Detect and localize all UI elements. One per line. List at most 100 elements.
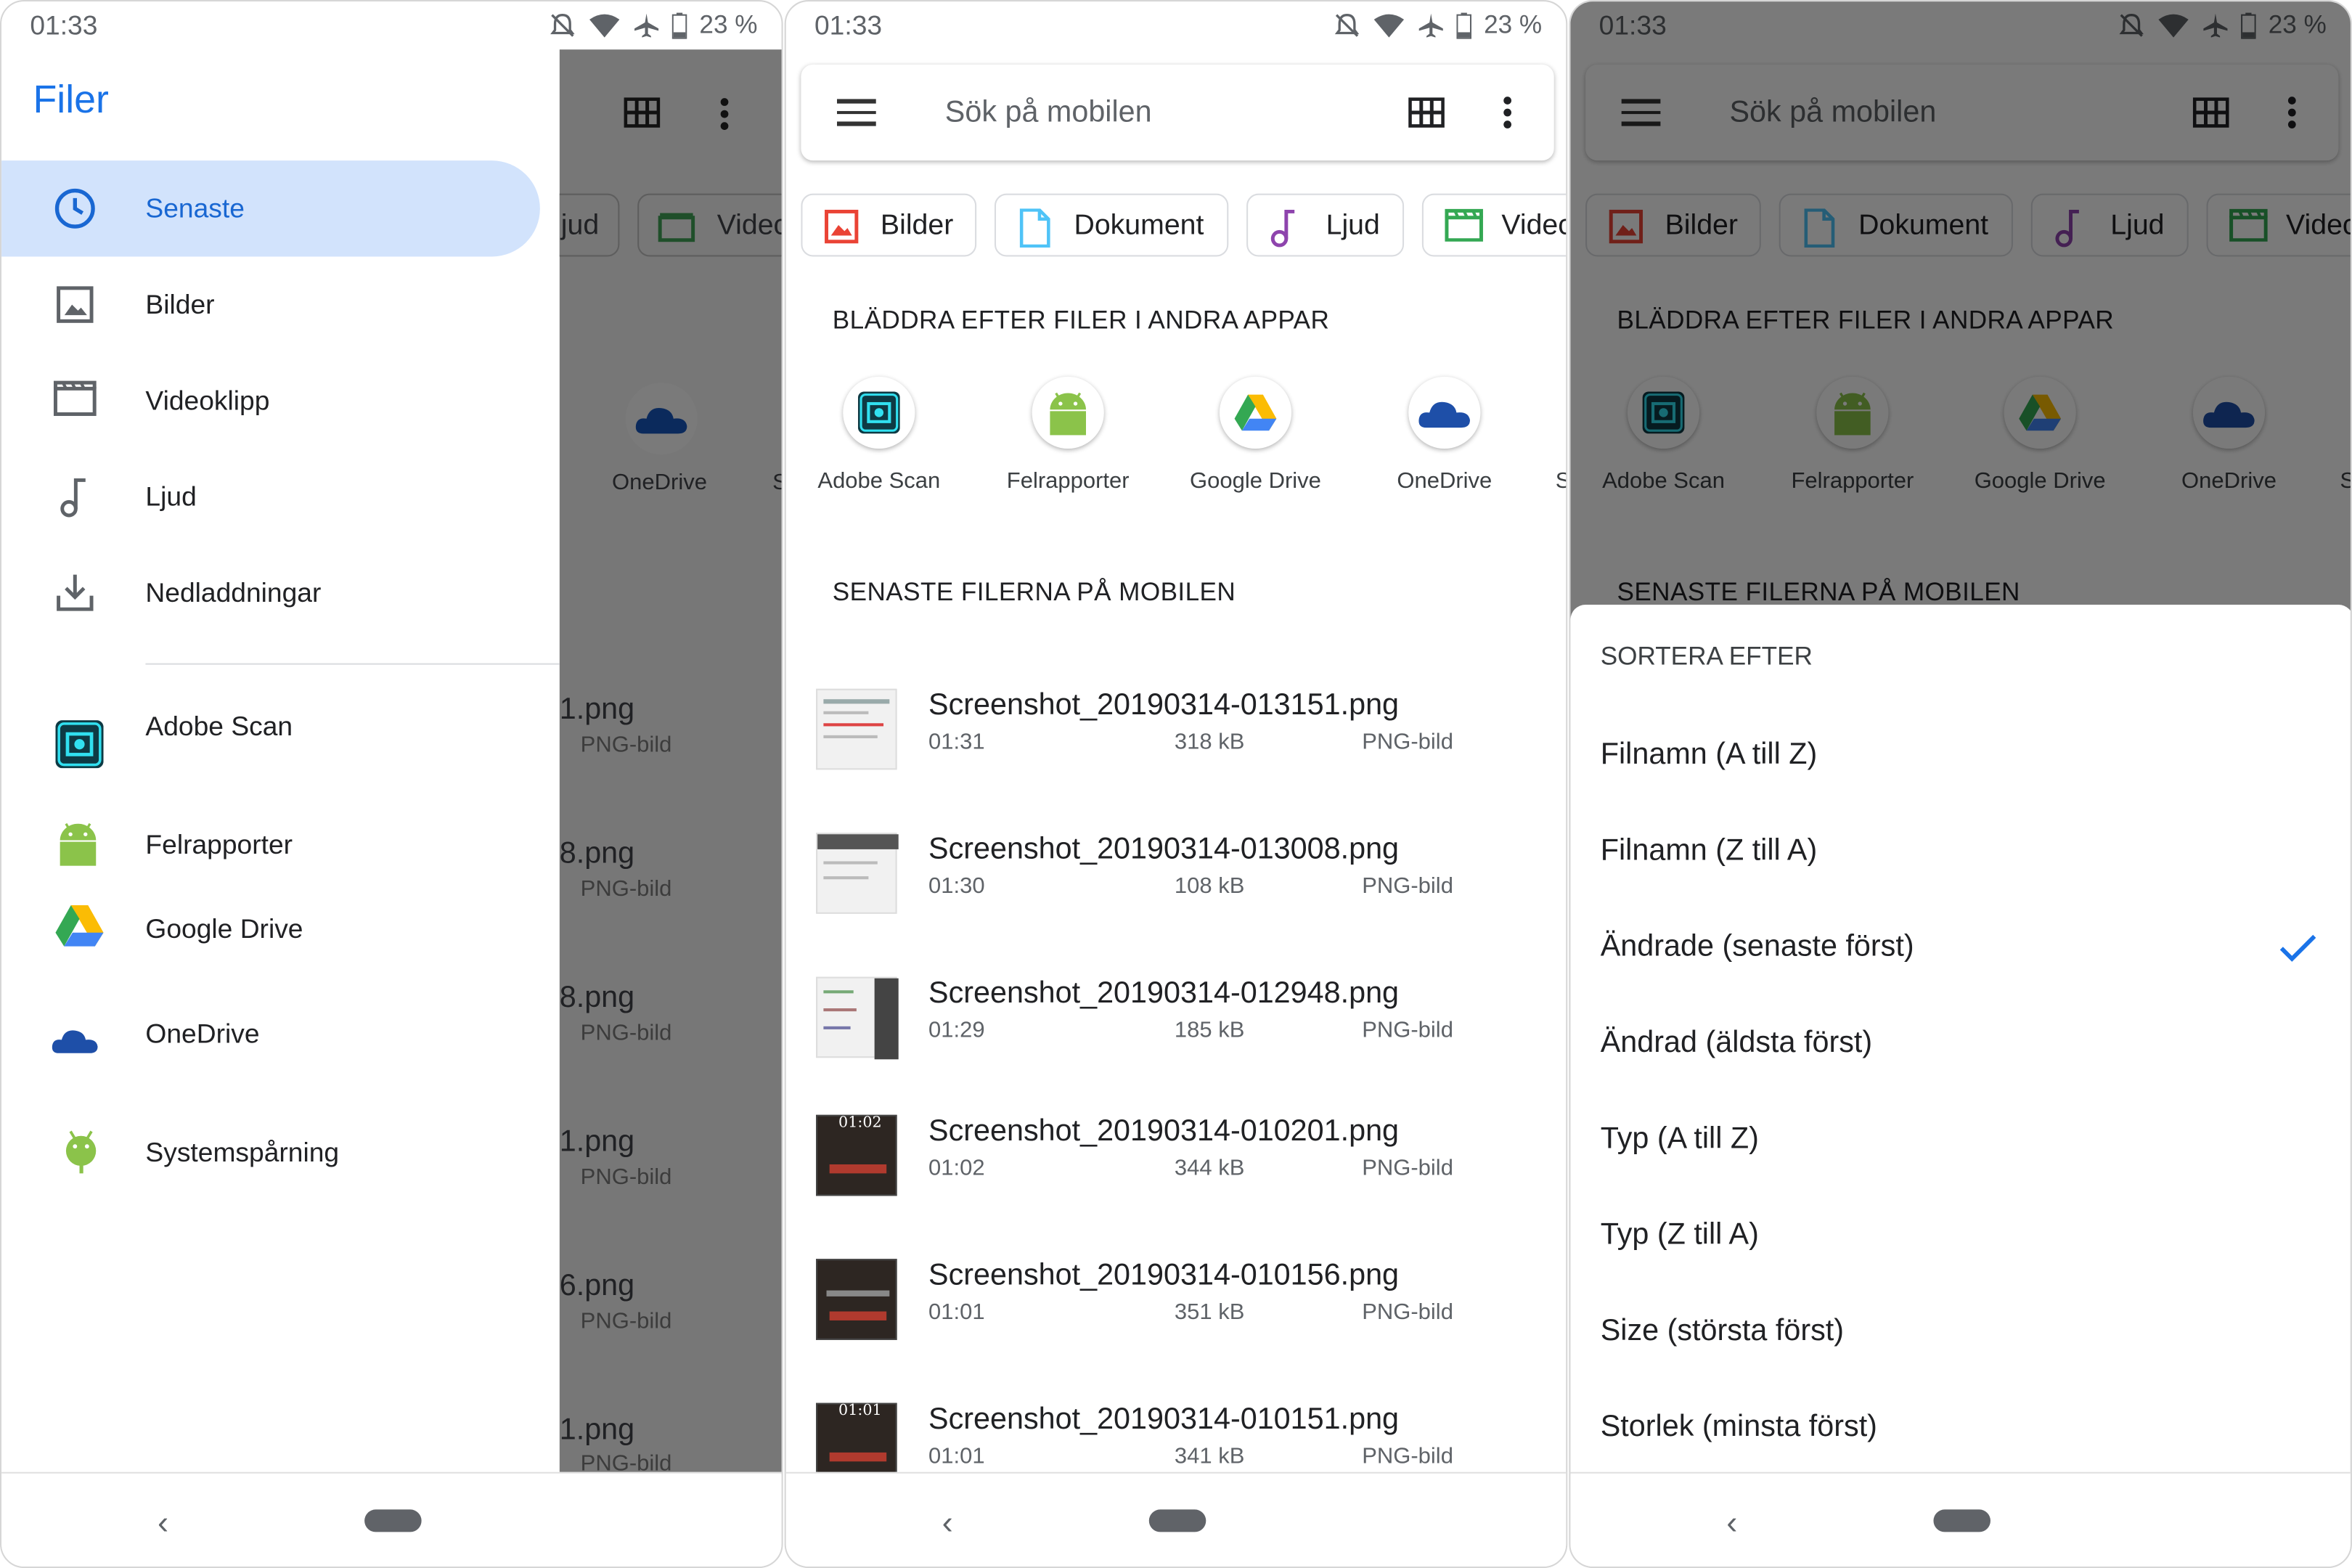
search-bar[interactable]: Sök på mobilen — [801, 64, 1554, 161]
file-type: PNG-bild — [1362, 1443, 1453, 1469]
system-nav-bar: ‹ — [1, 1471, 782, 1567]
file-size: 351 kB — [1174, 1299, 1245, 1326]
file-time: 01:01 — [928, 1299, 985, 1326]
back-icon[interactable]: ‹ — [942, 1503, 953, 1543]
sort-option[interactable]: Size (största först) — [1601, 1315, 1844, 1349]
menu-icon[interactable] — [836, 99, 876, 126]
image-icon — [825, 209, 859, 244]
document-icon — [1019, 208, 1050, 248]
sort-option-selected[interactable]: Ändrade (senaste först) — [1601, 931, 1914, 965]
phone-drawer-screen: jud Videc OneDrive S 1.png PNG-bild 8.pn… — [0, 0, 783, 1568]
file-row[interactable]: Screenshot_20190314-013008.png 01:30 108… — [786, 833, 1566, 976]
app-label: Adobe Scan — [817, 467, 941, 494]
sort-option[interactable]: Filnamn (Z till A) — [1601, 834, 1818, 869]
file-name: 1.png — [559, 693, 635, 727]
sort-option[interactable]: Typ (Z till A) — [1601, 1218, 1759, 1253]
system-nav-bar: ‹ — [785, 1471, 1567, 1567]
onedrive-app-bg — [625, 383, 698, 455]
app-label: Google Drive — [1190, 467, 1321, 494]
check-icon — [2279, 934, 2316, 962]
home-pill[interactable] — [1148, 1509, 1206, 1532]
download-icon — [57, 574, 94, 611]
file-name: Screenshot_20190314-010156.png — [928, 1259, 1400, 1292]
file-row[interactable]: Screenshot_20190314-012948.png 01:29 185… — [786, 976, 1566, 1121]
sort-sheet-title: SORTERA EFTER — [1600, 642, 1813, 671]
file-size: 108 kB — [1174, 873, 1245, 899]
drawer-app-label: Adobe Scan — [145, 711, 293, 742]
chip-video[interactable]: Videc — [1421, 193, 1567, 257]
file-size: 341 kB — [1174, 1443, 1245, 1469]
home-pill[interactable] — [1933, 1509, 1990, 1532]
drawer-app-systemsparning[interactable]: Systemspårning — [1, 1104, 560, 1200]
drawer-item-videoklipp[interactable]: Videoklipp — [1, 353, 560, 449]
drawer-app-label: OneDrive — [145, 1018, 260, 1049]
file-name: 8.png — [559, 981, 635, 1015]
sort-option[interactable]: Ändrad (äldsta först) — [1601, 1026, 1872, 1061]
file-type: PNG-bild — [1362, 1299, 1453, 1326]
more-icon — [720, 98, 729, 131]
video-icon — [53, 380, 97, 416]
file-type: PNG-bild — [580, 1164, 672, 1191]
scrim[interactable] — [559, 49, 782, 1475]
phone-sort-screen: 01:33 23 % Sök på mobilen Bilder Dokumen… — [1569, 0, 2352, 1568]
video-icon — [658, 213, 695, 242]
drawer-app-google-drive[interactable]: Google Drive — [1, 881, 560, 976]
file-name: 1.png — [559, 1125, 635, 1159]
sort-option[interactable]: Filnamn (A till Z) — [1601, 738, 1818, 773]
grid-view-icon[interactable] — [1408, 97, 1445, 128]
file-name: Screenshot_20190314-013151.png — [928, 688, 1400, 722]
back-icon[interactable]: ‹ — [1726, 1503, 1737, 1543]
file-row[interactable]: Screenshot_20190314-010156.png 01:01 351… — [786, 1259, 1566, 1402]
android-icon — [1050, 392, 1087, 436]
file-thumbnail — [816, 976, 899, 1060]
file-type: PNG-bild — [1362, 1155, 1453, 1181]
search-placeholder[interactable]: Sök på mobilen — [945, 96, 1152, 131]
sort-option[interactable]: Storlek (minsta först) — [1601, 1410, 1877, 1445]
file-size: 344 kB — [1174, 1155, 1245, 1181]
chip-label: Dokument — [1074, 210, 1204, 242]
app-label: S — [1556, 468, 1566, 494]
home-pill[interactable] — [364, 1509, 422, 1532]
file-name: 6.png — [559, 1269, 635, 1303]
file-thumbnail — [816, 688, 897, 770]
app-icon-circle — [1408, 376, 1481, 449]
file-row[interactable]: Screenshot_20190314-013151.png 01:31 318… — [786, 688, 1566, 833]
onedrive-icon — [1418, 401, 1470, 428]
chip-dokument[interactable]: Dokument — [994, 193, 1229, 257]
status-icons: 23 % — [550, 10, 758, 40]
back-icon[interactable]: ‹ — [158, 1503, 168, 1543]
drawer-app-adobe-scan[interactable]: Adobe Scan — [1, 695, 560, 791]
thumb-clock: 01:01 — [838, 1402, 882, 1420]
chip-ljud[interactable]: Ljud — [1246, 193, 1405, 257]
drawer-item-nedladdningar[interactable]: Nedladdningar — [1, 544, 560, 640]
system-nav-bar: ‹ — [1570, 1471, 2351, 1567]
file-type: PNG-bild — [1362, 1017, 1453, 1043]
sort-option[interactable]: Typ (A till Z) — [1601, 1122, 1759, 1157]
chip-video: Videc — [637, 193, 783, 257]
file-row[interactable]: 01:02 Screenshot_20190314-010201.png 01:… — [786, 1114, 1566, 1259]
recent-section-title: SENASTE FILERNA PÅ MOBILEN — [832, 577, 1236, 607]
browse-section-title: BLÄDDRA EFTER FILER I ANDRA APPAR — [832, 306, 1330, 335]
drawer-item-senaste[interactable]: Senaste — [1, 160, 560, 257]
drawer-app-label: Felrapporter — [145, 830, 293, 860]
drawer-app-onedrive[interactable]: OneDrive — [1, 986, 560, 1082]
chip-label: Videc — [716, 210, 783, 242]
chip-bilder[interactable]: Bilder — [801, 193, 977, 257]
drawer-item-bilder[interactable]: Bilder — [1, 256, 560, 352]
file-time: 01:31 — [928, 729, 985, 755]
app-label: S — [772, 470, 781, 495]
android-icon — [60, 822, 97, 866]
file-type: PNG-bild — [580, 1020, 672, 1046]
drawer-item-ljud[interactable]: Ljud — [1, 449, 560, 544]
battery-percent: 23 % — [699, 10, 758, 39]
grid-view-icon — [624, 97, 661, 128]
music-note-icon — [60, 478, 86, 518]
google-drive-icon — [1234, 394, 1277, 431]
wifi-icon — [589, 14, 620, 38]
adobe-scan-icon — [857, 391, 900, 434]
sort-bottom-sheet: SORTERA EFTER Filnamn (A till Z) Filnamn… — [1570, 605, 2351, 1475]
more-icon[interactable] — [1501, 94, 1514, 131]
app-label: OneDrive — [1397, 467, 1493, 494]
google-drive-icon — [55, 905, 104, 947]
drawer-app-felrapporter[interactable]: Felrapporter — [1, 797, 560, 893]
